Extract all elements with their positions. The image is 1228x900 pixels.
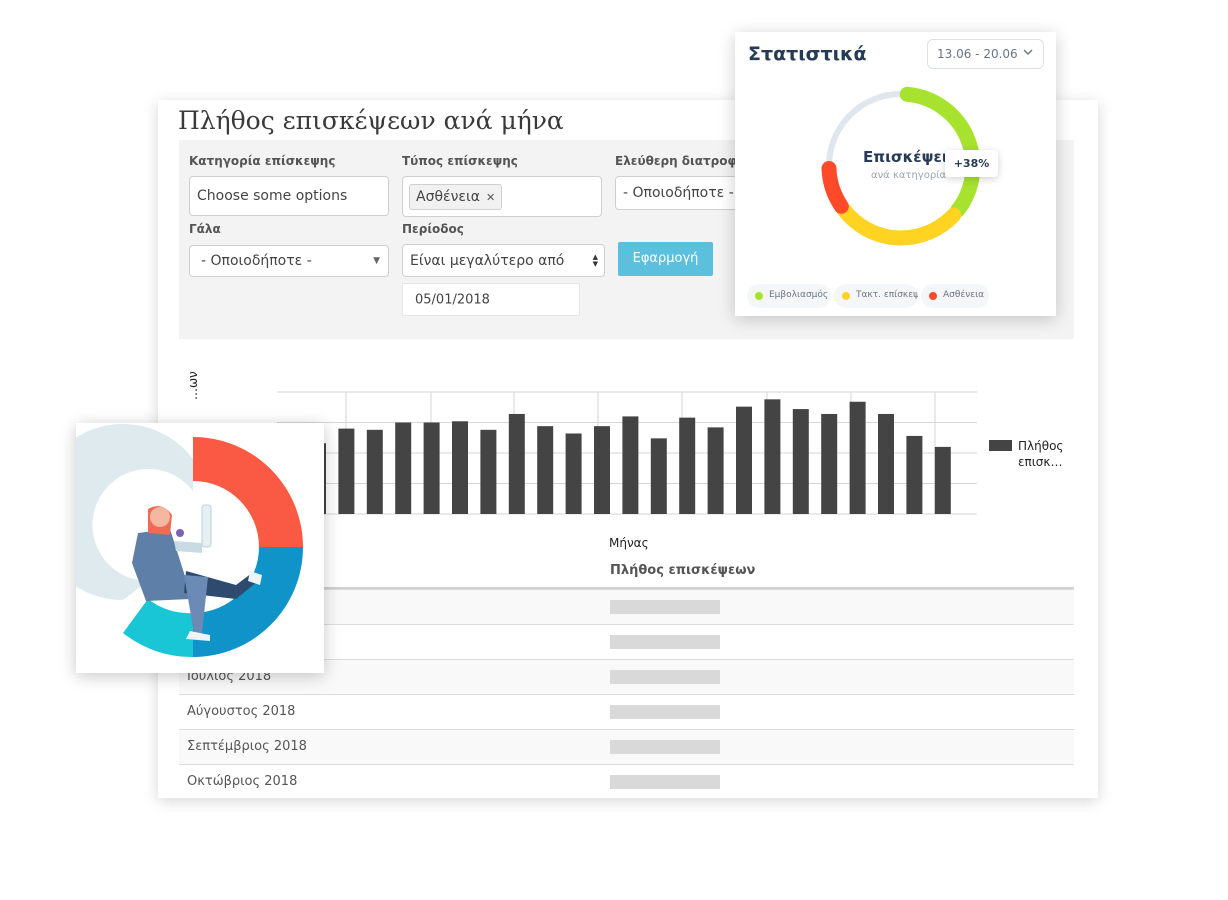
- legend-item-illness: Ασθένεια: [921, 284, 989, 308]
- legend-dot: [929, 292, 937, 300]
- bar: [537, 426, 554, 514]
- donut-center-label: Επισκέψεις: [863, 148, 957, 166]
- donut-center-sublabel: ανά κατηγορία: [871, 170, 947, 181]
- table-row: Οκτώβριος 2018: [179, 764, 1074, 798]
- illustration-card: [34, 423, 324, 673]
- month-cell: Οκτώβριος 2018: [187, 774, 298, 789]
- legend-label: Τακτ. επίσκεψη: [856, 290, 918, 300]
- bar: [679, 417, 696, 514]
- visits-value-bar: [610, 670, 720, 684]
- table-row: Σεπτέμβριος 2018: [179, 729, 1074, 765]
- bar: [480, 429, 497, 514]
- legend-swatch: [989, 440, 1012, 451]
- legend-item-regular-visit: Τακτ. επίσκεψη: [834, 284, 918, 308]
- visits-value-bar: [610, 600, 720, 614]
- bar: [849, 401, 866, 514]
- bar: [366, 429, 383, 514]
- legend-dot: [842, 292, 850, 300]
- table-row: Αύγουστος 2018: [179, 694, 1074, 730]
- bar: [650, 438, 667, 514]
- visits-value-bar: [610, 740, 720, 754]
- bar: [565, 433, 582, 514]
- legend-dot: [755, 292, 763, 300]
- month-cell: Σεπτέμβριος 2018: [187, 739, 307, 754]
- legend-label: Ασθένεια: [943, 290, 985, 300]
- legend-label: Εμβολιασμός: [769, 290, 829, 300]
- bar: [338, 428, 355, 514]
- donut-segment-illness: [821, 161, 849, 214]
- visits-value-bar: [610, 705, 720, 719]
- bar: [934, 446, 951, 514]
- visits-value-bar: [610, 635, 720, 649]
- bar: [906, 435, 923, 514]
- bar: [821, 413, 838, 514]
- bar: [423, 422, 440, 514]
- change-badge: +38%: [945, 150, 998, 177]
- bar: [622, 416, 639, 514]
- month-cell: Αύγουστος 2018: [187, 704, 296, 719]
- bar: [736, 406, 752, 514]
- donut-segment-regular-visit: [836, 202, 962, 246]
- month-column-header: Μήνας: [609, 536, 649, 550]
- bar: [792, 409, 809, 514]
- bar: [594, 426, 610, 514]
- bar: [764, 399, 781, 514]
- person-with-laptop-illustration: [34, 424, 303, 658]
- bar: [707, 427, 724, 514]
- legend-label: Πλήθος επισκ…: [1018, 439, 1064, 469]
- y-axis-title: …ων: [186, 371, 200, 400]
- bar: [395, 422, 412, 514]
- visits-value-bar: [610, 775, 720, 789]
- bar: [508, 413, 525, 514]
- bar: [878, 413, 894, 514]
- legend-item-vaccination: Εμβολιασμός: [747, 284, 831, 308]
- visits-column-header: Πλήθος επισκέψεων: [610, 563, 756, 578]
- bar: [452, 421, 468, 514]
- stats-widget: Στατιστικά 13.06 - 20.06 Επισκέψεις ανά …: [735, 32, 1056, 316]
